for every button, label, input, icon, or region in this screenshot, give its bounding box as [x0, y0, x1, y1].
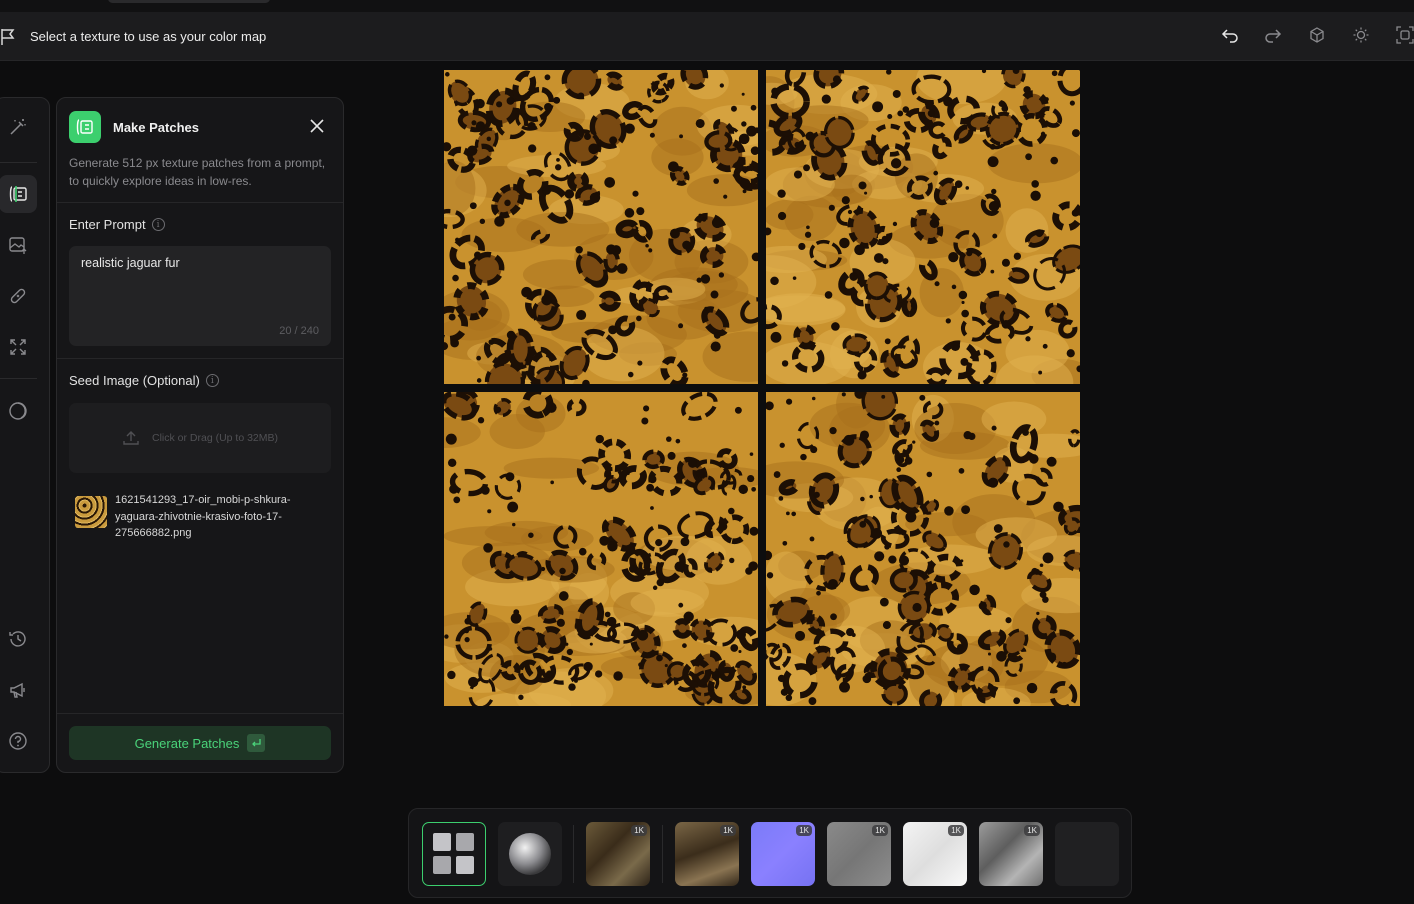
panel-description: Generate 512 px texture patches from a p…	[69, 156, 326, 188]
jaguar-fur-patch-1[interactable]	[444, 70, 758, 384]
jaguar-fur-patch-2[interactable]	[766, 70, 1080, 384]
info-icon[interactable]: i	[151, 218, 165, 231]
map-empty[interactable]	[1055, 822, 1119, 886]
upload-icon	[123, 431, 139, 445]
prompt-value[interactable]: realistic jaguar fur	[81, 256, 180, 270]
map-height[interactable]: 1K	[827, 822, 891, 886]
window-top-strip	[0, 0, 1414, 12]
jaguar-fur-patch-4[interactable]	[766, 392, 1080, 706]
sphere-preview[interactable]	[498, 822, 562, 886]
map-color-2[interactable]: 1K	[675, 822, 739, 886]
megaphone-icon[interactable]	[0, 671, 37, 709]
prompt-label: Enter Prompt i	[69, 217, 165, 232]
texture-map-tray: 1K 1K 1K 1K 1K 1K	[408, 808, 1132, 898]
image-upload-icon[interactable]	[0, 226, 37, 264]
expand-icon[interactable]	[0, 328, 37, 366]
cube-icon[interactable]	[1306, 24, 1328, 46]
undo-icon[interactable]	[1219, 24, 1241, 46]
toolbar-message: Select a texture to use as your color ma…	[30, 29, 267, 44]
history-icon[interactable]	[0, 620, 37, 658]
seed-file-name: 1621541293_17-oir_mobi-p-shkura-yaguara-…	[115, 494, 291, 539]
seed-image-dropzone[interactable]: Click or Drag (Up to 32MB)	[69, 403, 331, 473]
help-icon[interactable]	[0, 722, 37, 760]
tool-rail	[0, 97, 50, 773]
seed-file[interactable]: 1621541293_17-oir_mobi-p-shkura-yaguara-…	[75, 492, 315, 542]
grid-view-icon[interactable]	[422, 822, 486, 886]
tab-pill[interactable]	[108, 0, 270, 3]
map-ao[interactable]: 1K	[979, 822, 1043, 886]
make-patches-panel: Make Patches Generate 512 px texture pat…	[56, 97, 344, 773]
panel-title: Make Patches	[113, 119, 199, 135]
jaguar-fur-patch-3[interactable]	[444, 392, 758, 706]
info-icon[interactable]: i	[205, 374, 219, 387]
map-roughness[interactable]: 1K	[903, 822, 967, 886]
generate-patches-button[interactable]: Generate Patches	[69, 726, 331, 760]
redo-icon[interactable]	[1262, 24, 1284, 46]
dropzone-text: Click or Drag (Up to 32MB)	[151, 432, 279, 444]
map-normal[interactable]: 1K	[751, 822, 815, 886]
seed-image-label: Seed Image (Optional) i	[69, 373, 219, 388]
seed-file-thumbnail	[75, 496, 107, 528]
sun-icon[interactable]	[1350, 24, 1372, 46]
circle-gauge-icon[interactable]	[0, 392, 37, 430]
magic-wand-icon[interactable]	[0, 108, 37, 146]
map-color[interactable]: 1K	[586, 822, 650, 886]
enter-key-icon	[247, 734, 266, 752]
flag-icon	[1, 29, 15, 45]
make-patches-logo-icon	[69, 111, 101, 143]
top-toolbar: Select a texture to use as your color ma…	[0, 12, 1414, 61]
generate-patches-label: Generate Patches	[134, 735, 240, 751]
prompt-input[interactable]: realistic jaguar fur 20 / 240	[69, 246, 331, 346]
focus-icon[interactable]	[1394, 24, 1414, 46]
close-icon[interactable]	[307, 116, 327, 136]
prompt-char-count: 20 / 240	[279, 325, 319, 337]
bandage-icon[interactable]	[0, 277, 37, 315]
patch-grid	[444, 70, 1080, 706]
make-patches-icon[interactable]	[0, 175, 37, 213]
